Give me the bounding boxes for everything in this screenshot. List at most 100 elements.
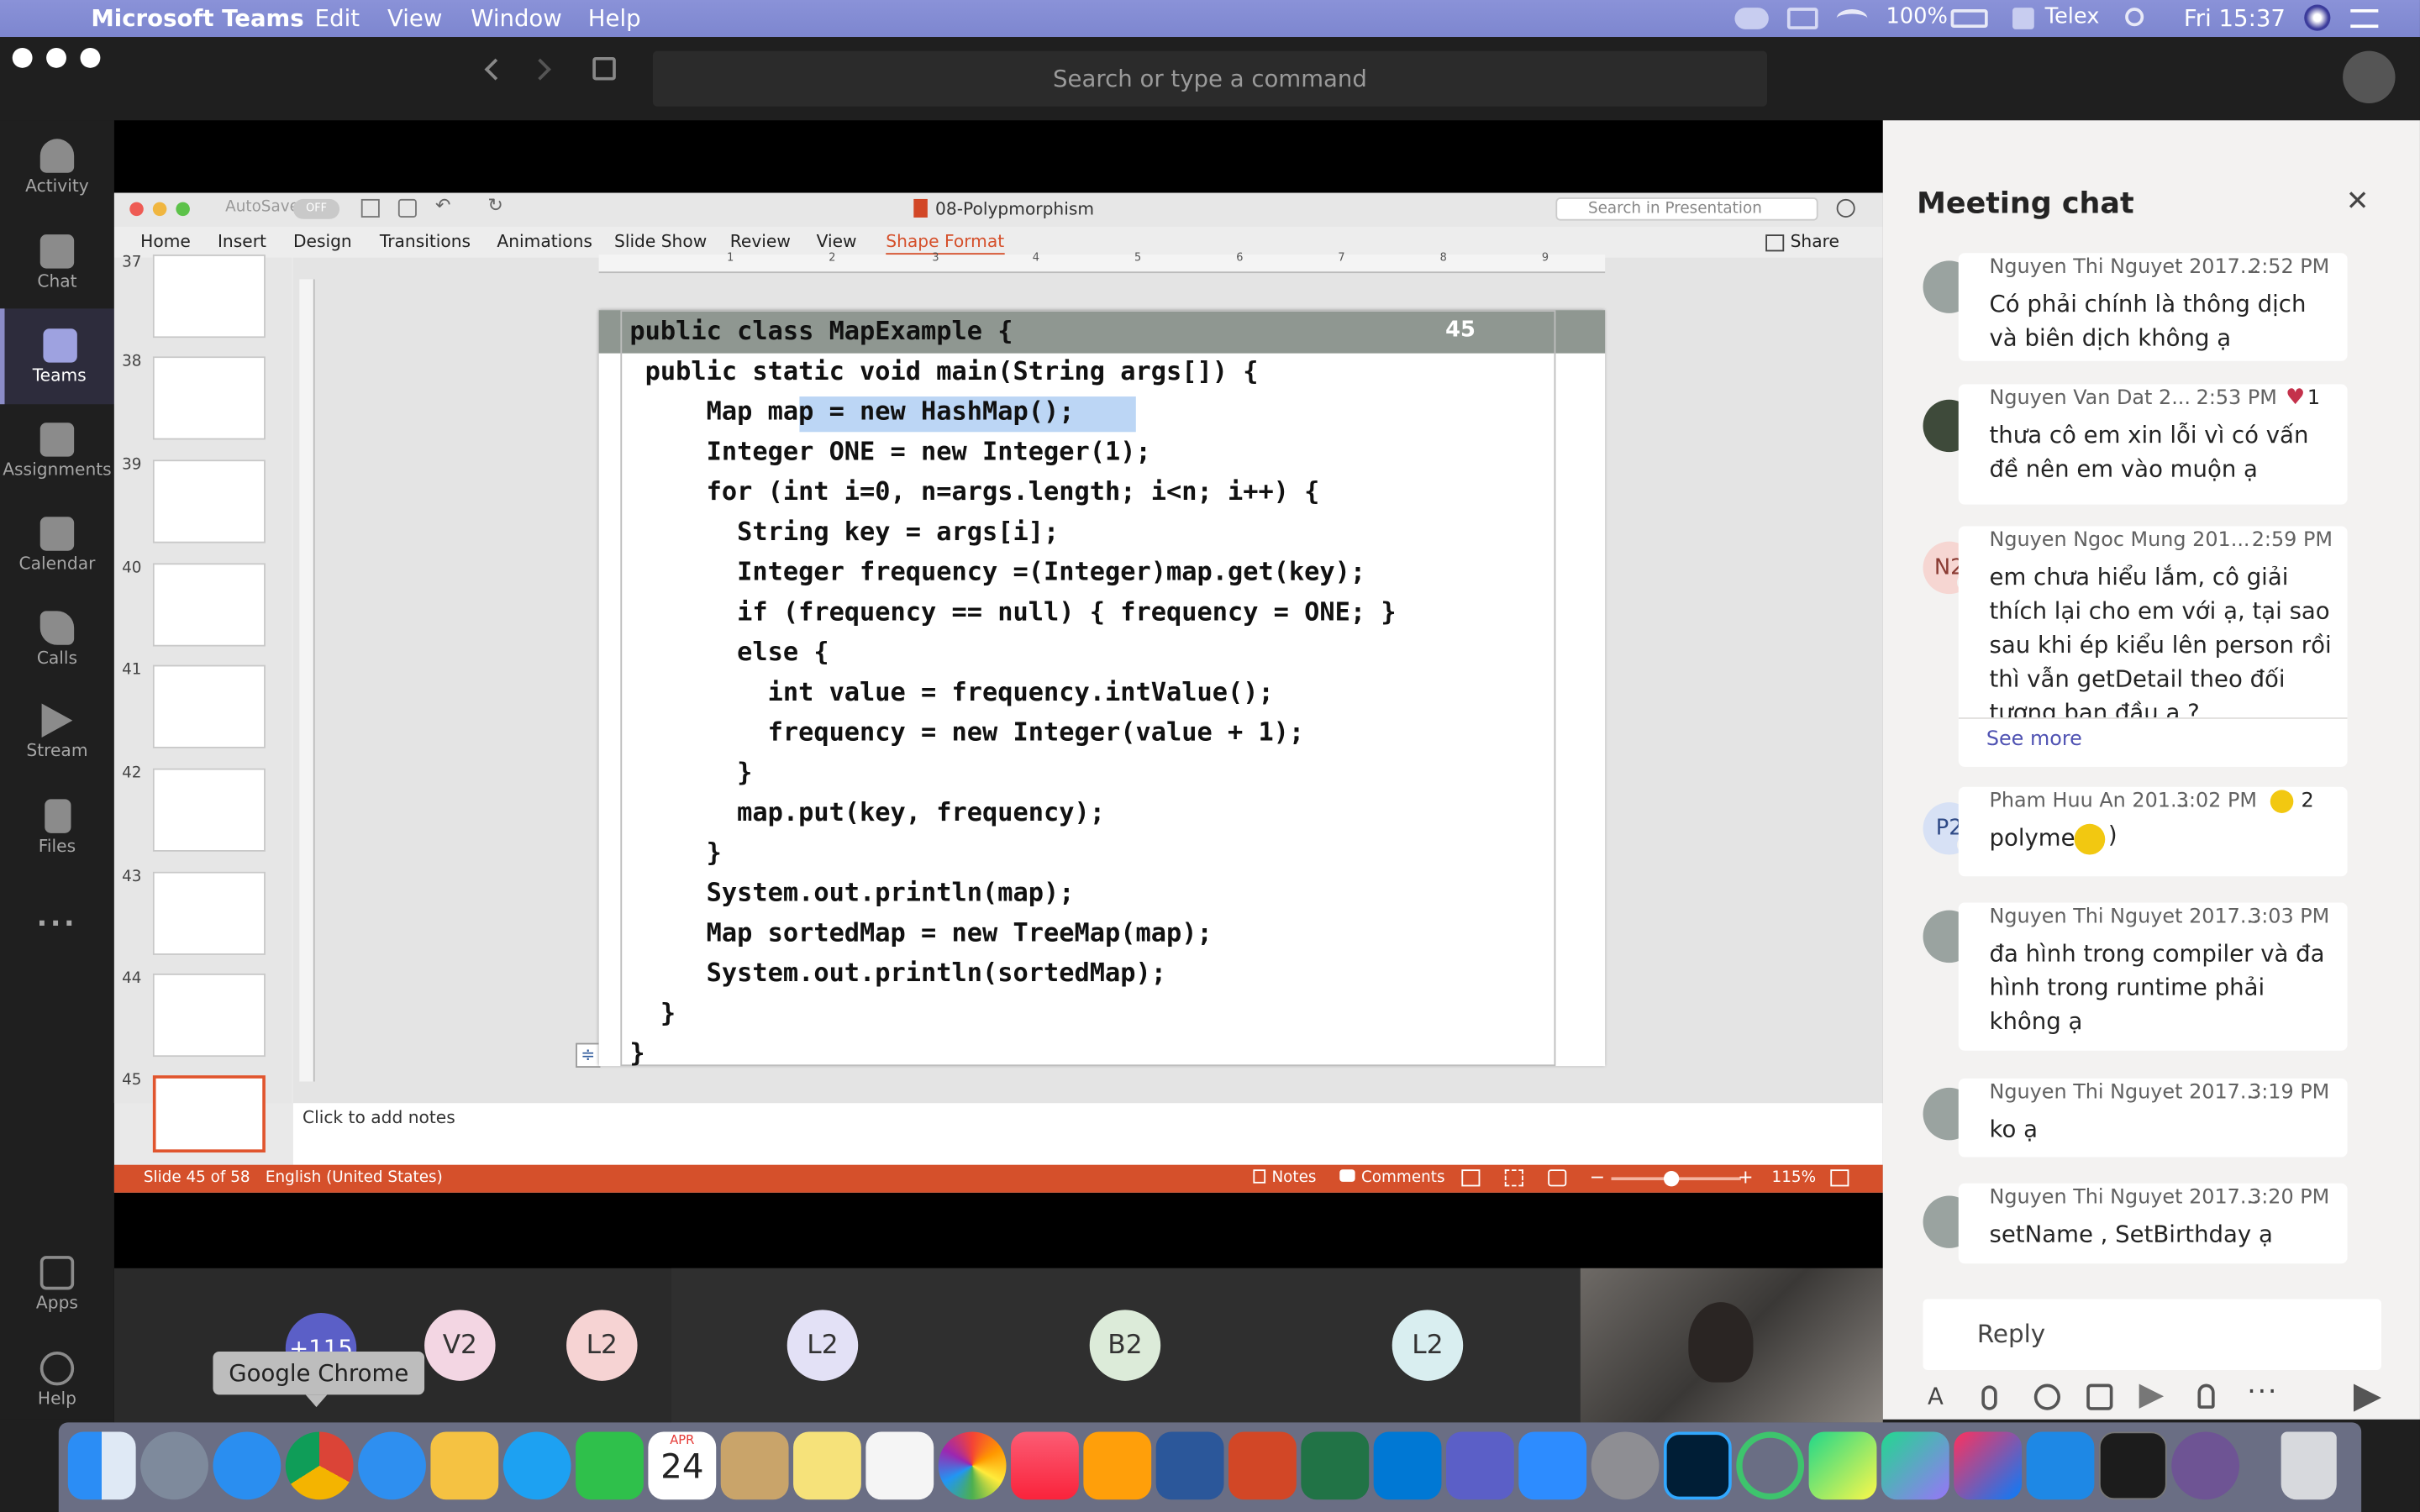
word-icon[interactable]: [1155, 1431, 1224, 1500]
rail-files[interactable]: Files: [0, 799, 114, 856]
code-block[interactable]: public class MapExample { public static …: [599, 310, 1396, 1068]
photoshop-icon[interactable]: [1663, 1431, 1732, 1500]
zoom-slider-thumb[interactable]: [1663, 1171, 1680, 1187]
ppt-search-input[interactable]: Search in Presentation: [1555, 197, 1818, 221]
rail-calls[interactable]: Calls: [0, 611, 114, 668]
stream-share-icon[interactable]: [2139, 1383, 2165, 1409]
spotlight-icon[interactable]: [2125, 8, 2144, 27]
slide-thumbnail[interactable]: [152, 973, 266, 1058]
menu-help[interactable]: Help: [588, 5, 641, 33]
zoom-in-icon[interactable]: +: [1738, 1167, 1753, 1189]
messenger-icon[interactable]: [358, 1431, 426, 1500]
input-method-label[interactable]: Telex: [2045, 5, 2100, 29]
tab-view[interactable]: View: [817, 232, 857, 252]
participant-avatar[interactable]: L2: [1392, 1310, 1464, 1381]
chat-message[interactable]: Nguyen Van Dat 2... 2:53 PM ♥ 1 thưa cô …: [1958, 384, 2348, 505]
slide-thumbnail[interactable]: [152, 563, 266, 647]
current-slide[interactable]: 45 public class MapExample { public stat…: [598, 310, 1606, 1068]
slide-thumbnail[interactable]: [152, 664, 266, 748]
zoom-icon[interactable]: [1518, 1431, 1587, 1500]
compose-icon[interactable]: [592, 56, 616, 81]
more-icon[interactable]: ...: [0, 901, 114, 934]
trash-icon[interactable]: [2281, 1431, 2337, 1500]
emoji-icon[interactable]: [2033, 1383, 2060, 1410]
rail-activity[interactable]: Activity: [0, 139, 114, 196]
cloud-icon[interactable]: [1734, 8, 1769, 29]
pycharm-icon[interactable]: [1808, 1431, 1877, 1500]
notes-toggle[interactable]: Notes: [1271, 1169, 1316, 1186]
slide-thumbnail[interactable]: [152, 768, 266, 852]
chat-message[interactable]: Nguyen Thi Nguyet 2017... 2:52 PM Có phả…: [1958, 253, 2348, 361]
github-icon[interactable]: [2171, 1431, 2240, 1500]
undo-icon[interactable]: ↶: [435, 194, 450, 216]
terminal-icon[interactable]: [2098, 1431, 2167, 1500]
powerpoint-icon[interactable]: [1228, 1431, 1297, 1500]
chat-message[interactable]: Pham Huu An 201... 3:02 PM 2 polyme ): [1958, 786, 2348, 877]
presenter-view-icon[interactable]: [1548, 1169, 1567, 1187]
reply-input[interactable]: Reply: [1923, 1299, 2382, 1370]
safari-icon[interactable]: [213, 1431, 281, 1500]
slide-thumbnail[interactable]: [152, 871, 266, 955]
notes-app-icon[interactable]: [793, 1431, 861, 1500]
attach-icon[interactable]: [1981, 1385, 1997, 1410]
teams-app-icon[interactable]: [1445, 1431, 1514, 1500]
share-button[interactable]: Share: [1791, 232, 1839, 252]
participant-avatar[interactable]: B2: [1089, 1310, 1161, 1381]
participant-avatar[interactable]: L2: [566, 1310, 638, 1381]
menu-window[interactable]: Window: [471, 5, 562, 33]
photos-icon[interactable]: [938, 1431, 1007, 1500]
send-icon[interactable]: [2353, 1383, 2382, 1412]
rail-calendar[interactable]: Calendar: [0, 517, 114, 574]
tab-transitions[interactable]: Transitions: [380, 232, 471, 252]
vscode-icon[interactable]: [2026, 1431, 2095, 1500]
input-method-icon[interactable]: [2012, 8, 2034, 29]
language-indicator[interactable]: English (United States): [266, 1169, 443, 1186]
heart-reaction-icon[interactable]: ♥: [2286, 386, 2305, 410]
close-chat-icon[interactable]: ✕: [2346, 185, 2370, 218]
slide-thumbnail[interactable]: [152, 356, 266, 440]
skype-icon[interactable]: [502, 1431, 571, 1500]
autosave-toggle[interactable]: OFF: [292, 198, 340, 219]
ppt-close-icon[interactable]: [129, 202, 144, 217]
rail-stream[interactable]: Stream: [0, 703, 114, 760]
chat-message[interactable]: Nguyen Thi Nguyet 2017... 3:03 PM đa hìn…: [1958, 902, 2348, 1051]
tab-home[interactable]: Home: [140, 232, 191, 252]
zoom-level[interactable]: 115%: [1772, 1169, 1817, 1186]
redo-icon[interactable]: ↻: [487, 194, 502, 216]
participant-avatar[interactable]: V2: [424, 1310, 496, 1381]
laugh-reaction-icon[interactable]: [2270, 790, 2294, 813]
excel-icon[interactable]: [1301, 1431, 1370, 1500]
align-handle-icon[interactable]: ≑: [576, 1042, 601, 1068]
tab-slide-show[interactable]: Slide Show: [614, 232, 707, 252]
system-preferences-icon[interactable]: [1591, 1431, 1660, 1500]
rail-apps[interactable]: Apps: [0, 1256, 114, 1313]
close-window-icon[interactable]: [12, 47, 33, 68]
more-options-icon[interactable]: ···: [2247, 1376, 2278, 1409]
circle-app-icon[interactable]: [1736, 1431, 1805, 1500]
outlook-icon[interactable]: [1373, 1431, 1442, 1500]
finder-icon[interactable]: [67, 1431, 136, 1500]
zoom-out-icon[interactable]: −: [1590, 1167, 1605, 1189]
smiley-feedback-icon[interactable]: [1836, 198, 1855, 218]
normal-view-icon[interactable]: [1461, 1169, 1481, 1187]
participant-avatar[interactable]: L2: [786, 1310, 859, 1381]
format-icon[interactable]: A: [1928, 1383, 1944, 1410]
ppt-minimize-icon[interactable]: [152, 202, 167, 217]
tab-design[interactable]: Design: [293, 232, 352, 252]
profile-avatar[interactable]: [2343, 50, 2396, 104]
siri-icon[interactable]: [2304, 4, 2331, 31]
rail-assignments[interactable]: Assignments: [0, 423, 114, 480]
tab-review[interactable]: Review: [730, 232, 791, 252]
comments-toggle[interactable]: Comments: [1361, 1169, 1445, 1186]
rail-chat[interactable]: Chat: [0, 234, 114, 291]
chat-message[interactable]: Nguyen Thi Nguyet 2017... 3:19 PM ko ạ: [1958, 1078, 2348, 1158]
back-arrow-icon[interactable]: [484, 58, 507, 81]
slide-thumbnail-pane[interactable]: 37 38 39 40 41 42 43 44 45: [113, 255, 292, 1153]
tab-animations[interactable]: Animations: [497, 232, 592, 252]
ppt-zoom-icon[interactable]: [176, 202, 190, 217]
slide-sorter-icon[interactable]: [1504, 1169, 1523, 1187]
rail-help[interactable]: Help: [0, 1351, 114, 1409]
template-icon[interactable]: [360, 198, 380, 218]
fit-to-window-icon[interactable]: [1830, 1169, 1849, 1187]
eagle-icon[interactable]: [720, 1431, 789, 1500]
